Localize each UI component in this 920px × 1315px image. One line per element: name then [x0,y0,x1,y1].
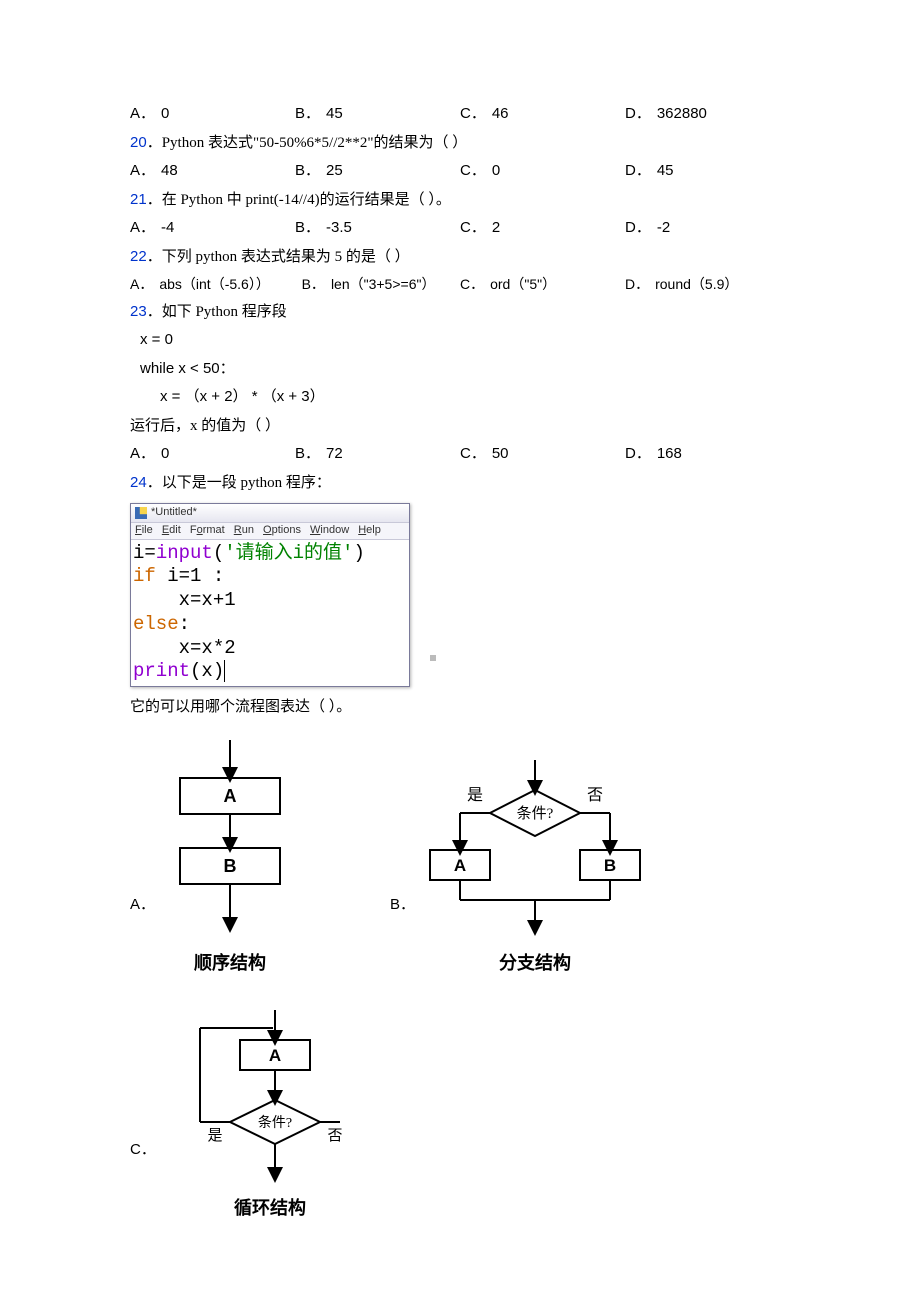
q23-opt-a: A．0 [130,440,295,469]
q20-options: A．48 B．25 C．0 D．45 [130,157,790,186]
q22-opt-a: A．abs（int（-5.6）） [130,271,302,298]
q24-fig-c-letter: C． [130,1136,160,1225]
ide-menu-run[interactable]: Run [234,524,254,536]
q22-text: ．下列 python 表达式结果为 5 的是（ ） [147,249,410,265]
q21-opt-c: C．2 [460,214,625,243]
ide-editor[interactable]: i=input('请输入i的值') if i=1 : x=x+1 else: x… [131,540,409,687]
ide-titlebar: *Untitled* [131,504,409,523]
svg-text:条件?: 条件? [517,805,554,822]
q23-after: 运行后，x 的值为（ ） [130,412,790,441]
ide-code-l2a: if [133,565,156,587]
ide-menu-help[interactable]: Help [358,524,381,536]
q22-opt-d: D．round（5.9） [625,271,790,298]
svg-text:是: 是 [467,787,483,804]
ide-menubar: File Edit Format Run Options Window Help [131,523,409,540]
svg-text:A: A [269,1046,281,1065]
ide-code-l2b: i=1 : [156,565,224,587]
q24-fig-a-caption: 顺序结构 [194,946,266,980]
q19-opt-d: D．362880 [625,100,790,129]
q24-fig-a-letter: A． [130,891,160,980]
q23-options: A．0 B．72 C．50 D．168 [130,440,790,469]
python-idle-icon [135,507,147,519]
q23-opt-d: D．168 [625,440,790,469]
q23-number: 23 [130,303,147,320]
flowchart-sequence-icon: A B [160,740,300,940]
q23-text: ．如下 Python 程序段 [147,304,287,320]
svg-text:否: 否 [327,1128,342,1144]
q19-options: A．0 B．45 C．46 D．362880 [130,100,790,129]
q21-text: ．在 Python 中 print(-14//4)的运行结果是（ ）。 [147,192,451,208]
ide-menu-file[interactable]: File [135,524,153,536]
q19-opt-b: B．45 [295,100,460,129]
ide-code-l3: x=x+1 [133,589,236,611]
ide-code-l6a: print [133,660,190,682]
q20-opt-c: C．0 [460,157,625,186]
page-marker-icon [430,655,436,661]
q22-number: 22 [130,248,147,265]
svg-text:A: A [454,856,466,875]
ide-title-text: *Untitled* [151,506,197,520]
q24-fig-b-caption: 分支结构 [499,946,571,980]
q24-fig-a: A B 顺序结构 [160,740,300,980]
q24-fig-b-letter: B． [390,891,420,980]
q24-figs-row2: C． A 条件? 是 [130,1010,790,1225]
q23-code-l2: while x < 50： [130,355,790,384]
flowchart-branch-icon: 条件? 是 A 否 B [420,760,650,940]
ide-menu-options[interactable]: Options [263,524,301,536]
ide-menu-format[interactable]: Format [190,524,225,536]
ide-window: *Untitled* File Edit Format Run Options … [130,503,410,687]
ide-code-l1e: ) [353,542,364,564]
svg-text:否: 否 [587,787,603,804]
ide-code-l1a: i= [133,542,156,564]
q24-text: ．以下是一段 python 程序： [147,475,331,491]
svg-text:B: B [224,856,237,876]
q20-opt-d: D．45 [625,157,790,186]
q21-options: A．-4 B．-3.5 C．2 D．-2 [130,214,790,243]
ide-code-l6b: (x) [190,660,224,682]
q21: 21．在 Python 中 print(-14//4)的运行结果是（ ）。 [130,186,790,215]
svg-text:A: A [224,786,237,806]
q23-code-l1: x = 0 [130,326,790,355]
q20-text: ．Python 表达式"50-50%6*5//2**2"的结果为（ ） [147,135,468,151]
q24: 24．以下是一段 python 程序： [130,469,790,498]
ide-code-l5: x=x*2 [133,637,236,659]
q20-number: 20 [130,134,147,151]
svg-text:B: B [604,856,616,875]
q20-opt-b: B．25 [295,157,460,186]
ide-code-l4b: : [179,613,190,635]
ide-code-l4: else [133,613,179,635]
q23-code-l3: x = （x + 2） * （x + 3） [130,383,790,412]
ide-code-l1b: input [156,542,213,564]
q20-opt-a: A．48 [130,157,295,186]
q21-opt-d: D．-2 [625,214,790,243]
flowchart-loop-icon: A 条件? 是 否 [180,1010,360,1185]
q20: 20．Python 表达式"50-50%6*5//2**2"的结果为（ ） [130,129,790,158]
q24-fig-c-caption: 循环结构 [234,1191,306,1225]
q24-fig-b: 条件? 是 A 否 B 分支结构 [420,760,650,980]
ide-menu-window[interactable]: Window [310,524,349,536]
ide-code-l1c: ( [213,542,224,564]
q24-after: 它的可以用哪个流程图表达（ ）。 [130,693,790,722]
q22-options: A．abs（int（-5.6）） B．len（"3+5>=6"） C．ord（"… [130,271,790,298]
q19-opt-a: A．0 [130,100,295,129]
q24-fig-c: A 条件? 是 否 循环结构 [180,1010,360,1225]
ide-menu-edit[interactable]: Edit [162,524,181,536]
q21-opt-b: B．-3.5 [295,214,460,243]
svg-text:是: 是 [207,1128,222,1144]
q21-number: 21 [130,191,147,208]
q23: 23．如下 Python 程序段 [130,298,790,327]
q21-opt-a: A．-4 [130,214,295,243]
q22-opt-b: B．len（"3+5>=6"） [302,271,460,298]
ide-code-l1d: '请输入i的值' [224,542,353,564]
svg-text:条件?: 条件? [258,1114,292,1131]
q22: 22．下列 python 表达式结果为 5 的是（ ） [130,243,790,272]
q23-opt-b: B．72 [295,440,460,469]
q24-number: 24 [130,474,147,491]
q23-opt-c: C．50 [460,440,625,469]
q22-opt-c: C．ord（"5"） [460,271,625,298]
q19-opt-c: C．46 [460,100,625,129]
q24-figs-row1: A． A B 顺序结构 B． [130,740,790,980]
